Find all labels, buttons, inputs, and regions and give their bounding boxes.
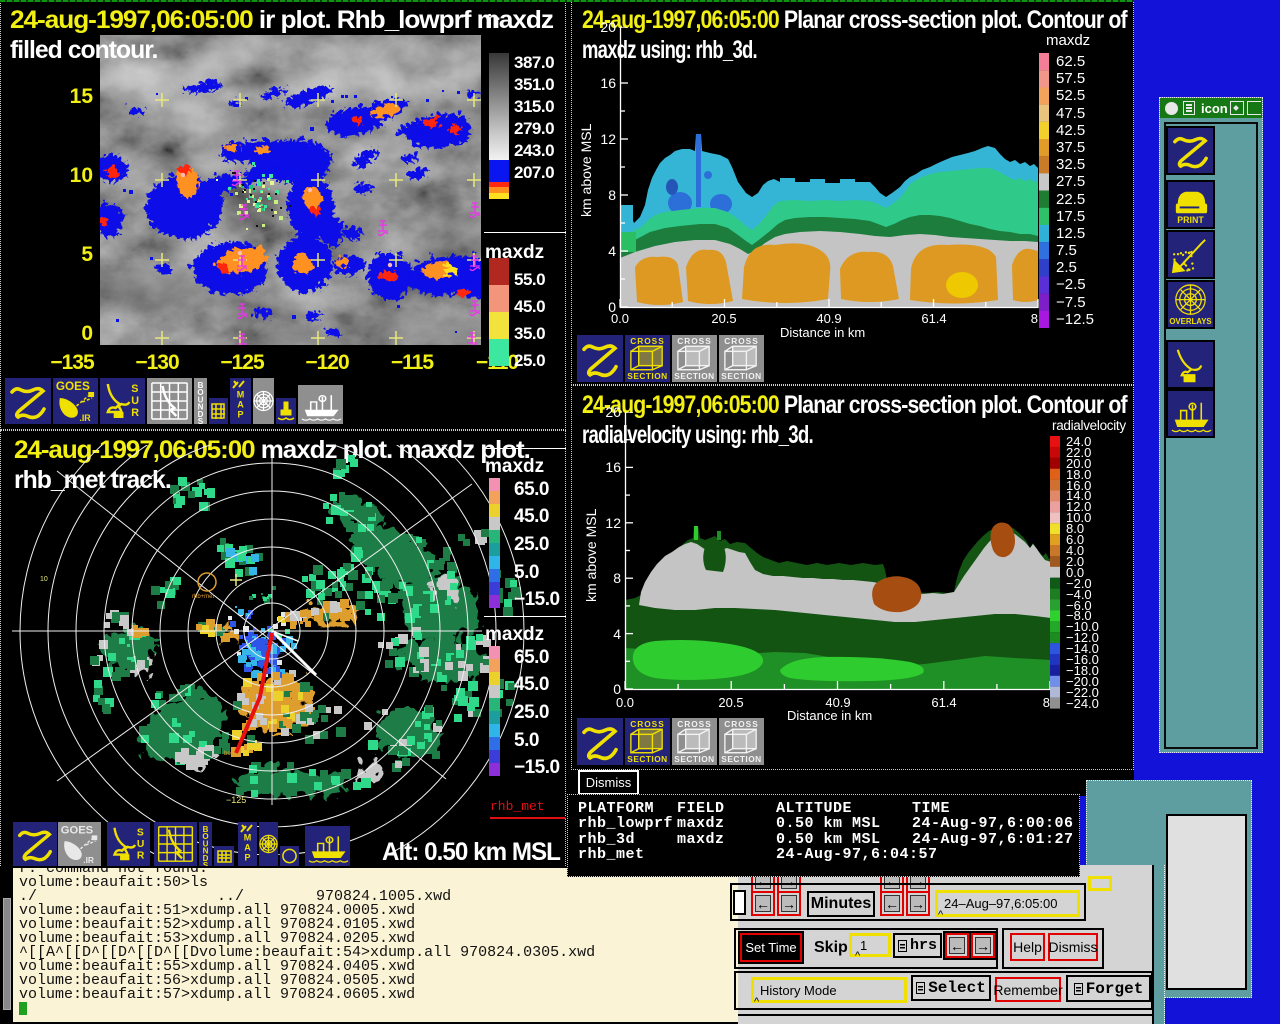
svg-text:.IR: .IR — [83, 855, 94, 865]
svg-text:SECTION: SECTION — [627, 754, 667, 764]
svg-text:GOES: GOES — [61, 824, 94, 836]
svg-text:10: 10 — [40, 576, 48, 583]
svg-text:SECTION: SECTION — [674, 371, 714, 381]
svg-text:M: M — [244, 832, 252, 842]
svg-text:SECTION: SECTION — [721, 754, 761, 764]
svg-text:−125: −125 — [226, 795, 246, 805]
svg-text:SECTION: SECTION — [627, 371, 667, 381]
svg-text:OVERLAYS: OVERLAYS — [1169, 317, 1211, 326]
svg-text:CROSS: CROSS — [677, 336, 711, 346]
svg-text:SECTION: SECTION — [721, 371, 761, 381]
svg-text:S: S — [137, 827, 144, 838]
svg-text:CROSS: CROSS — [724, 336, 758, 346]
svg-text:U: U — [131, 395, 139, 407]
svg-text:S: S — [131, 383, 138, 395]
svg-text:SECTION: SECTION — [674, 754, 714, 764]
svg-text:GOES: GOES — [56, 379, 90, 393]
svg-text:S: S — [198, 417, 204, 424]
svg-text:CROSS: CROSS — [677, 719, 711, 729]
svg-text:CROSS: CROSS — [630, 719, 664, 729]
svg-text:P: P — [244, 852, 250, 862]
svg-text:R: R — [131, 407, 139, 419]
svg-text:PRINT: PRINT — [1177, 215, 1204, 225]
svg-text:CROSS: CROSS — [724, 719, 758, 729]
svg-text:rhb+met: rhb+met — [192, 594, 215, 600]
svg-text:P: P — [237, 409, 243, 419]
svg-text:A: A — [237, 399, 244, 409]
svg-text:CROSS: CROSS — [630, 336, 664, 346]
svg-text:.IR: .IR — [79, 413, 91, 423]
svg-text:U: U — [137, 839, 144, 850]
svg-text:M: M — [237, 389, 245, 399]
svg-text:R: R — [137, 850, 145, 861]
svg-text:bo+: bo+ — [224, 751, 235, 757]
svg-text:A: A — [244, 842, 251, 852]
